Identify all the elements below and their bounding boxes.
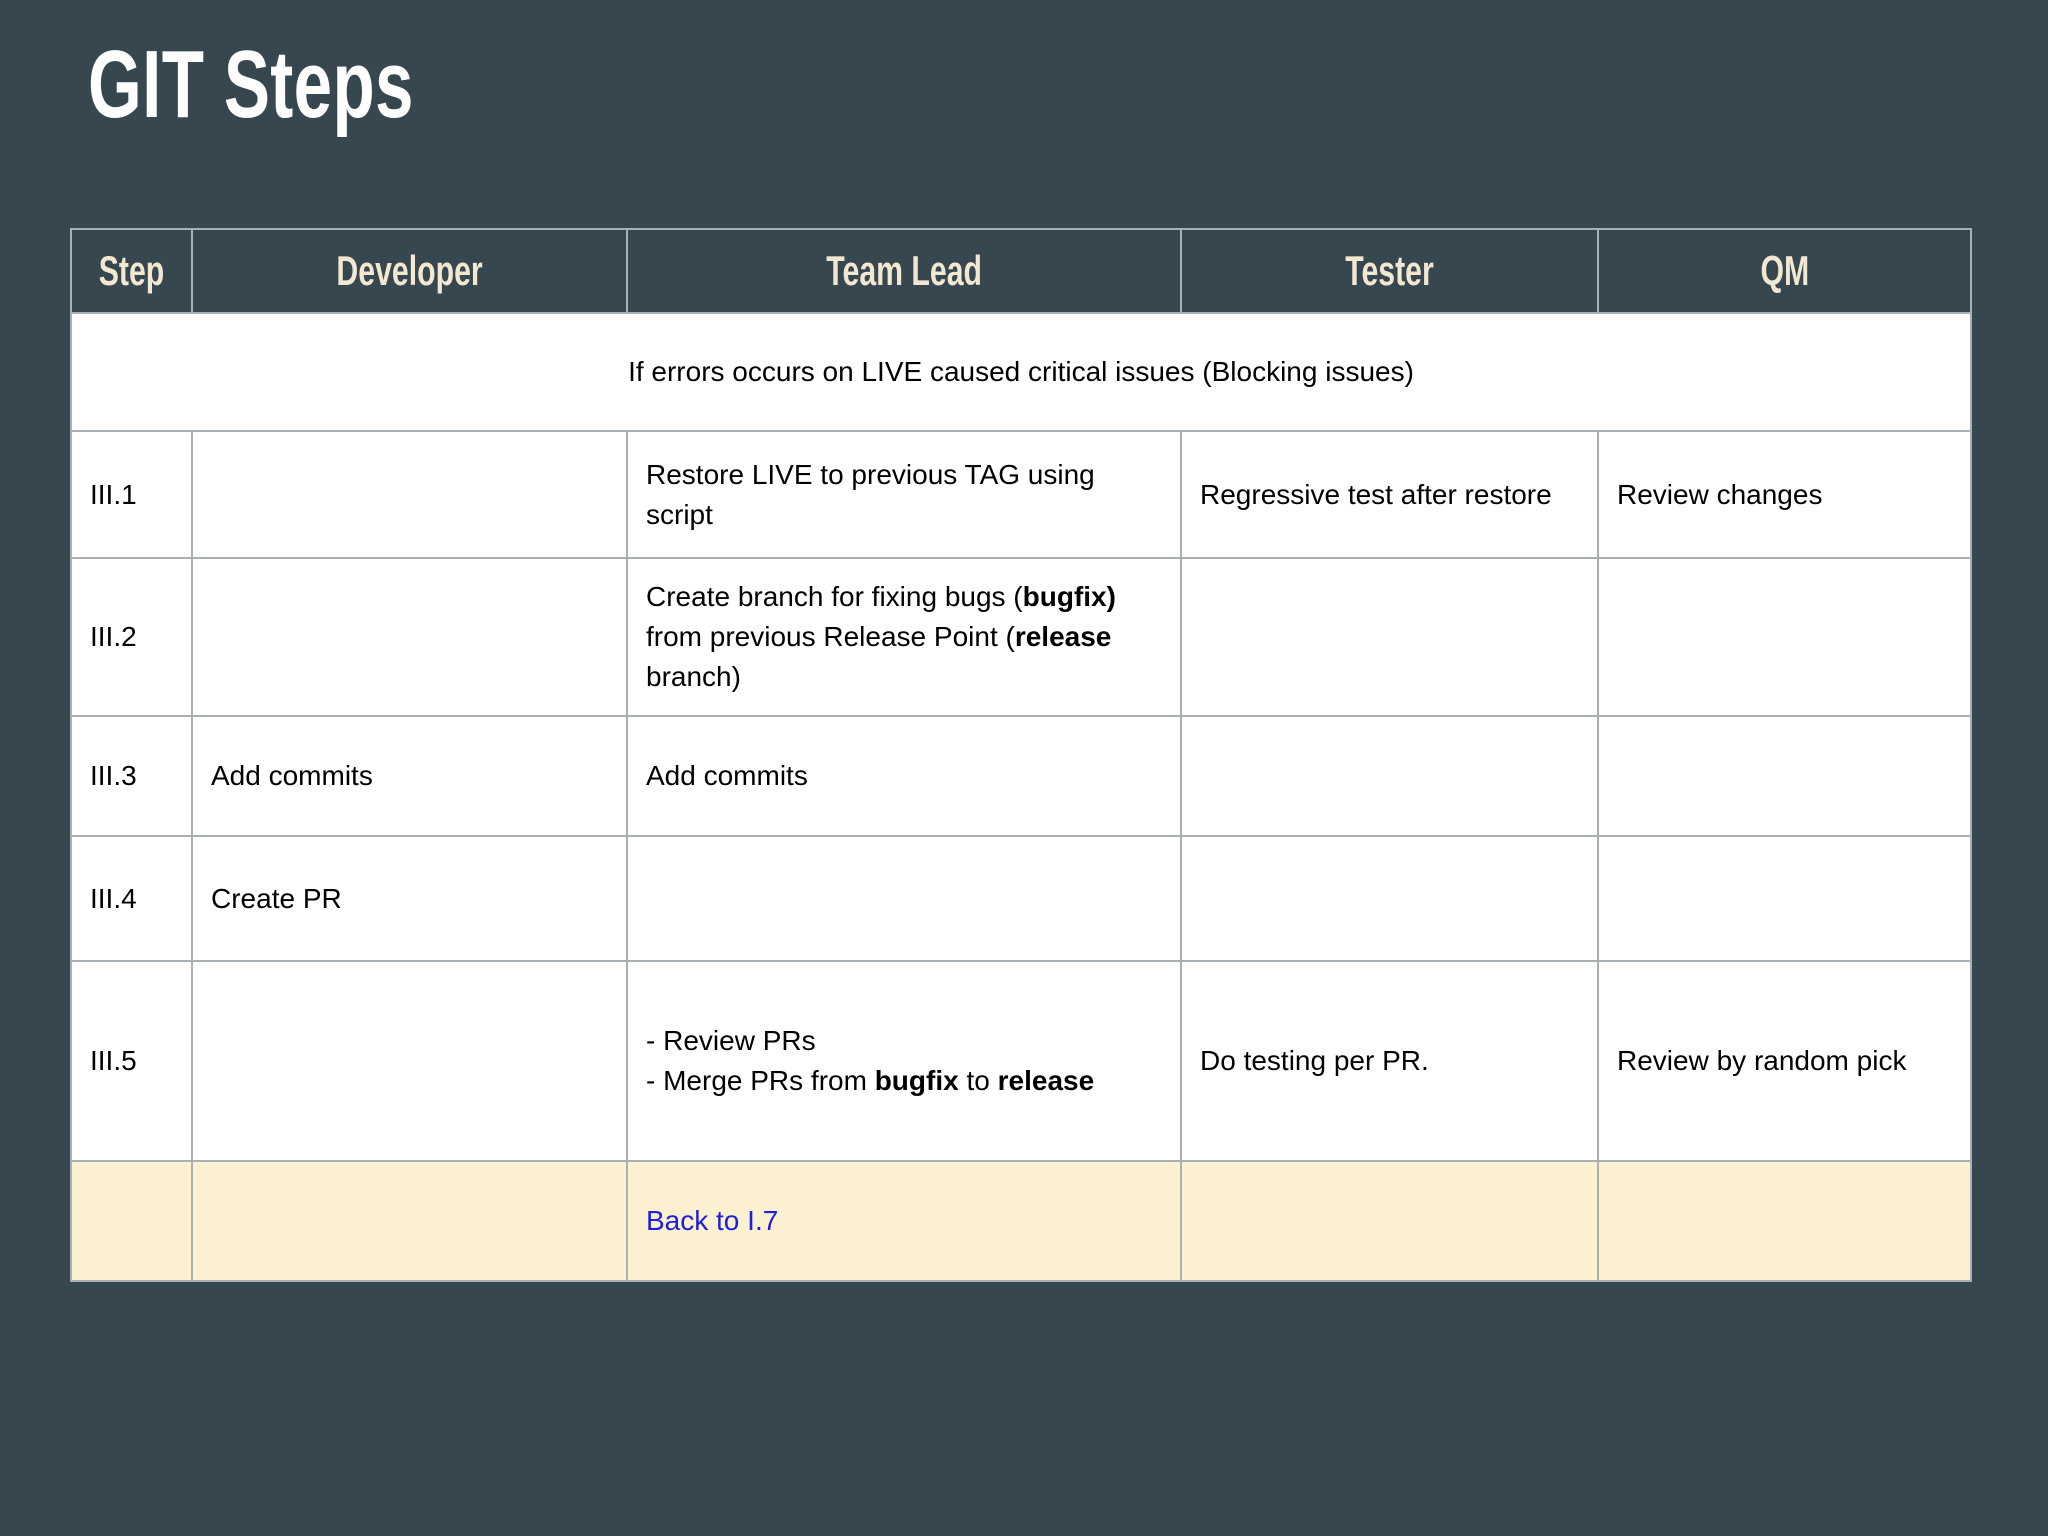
table-cell-tester bbox=[1180, 835, 1599, 962]
back-link[interactable]: Back to I.7 bbox=[646, 1205, 778, 1236]
cell-text-bold: release bbox=[997, 1065, 1095, 1096]
table-cell-tester: Regressive test after restore bbox=[1180, 430, 1599, 559]
table-cell-qm: Review changes bbox=[1597, 430, 1972, 559]
cell-text: Create branch for fixing bugs ( bbox=[646, 581, 1023, 613]
cell-text: Regressive test after restore bbox=[1200, 478, 1552, 510]
page-title: GIT Steps bbox=[88, 31, 414, 138]
column-header-qm: QM bbox=[1597, 228, 1972, 314]
table-cell-team-lead bbox=[626, 835, 1182, 962]
footer-cell-step bbox=[70, 1160, 193, 1282]
table-cell-qm bbox=[1597, 715, 1972, 837]
table-cell-developer bbox=[191, 430, 628, 559]
column-header-label: Team Lead bbox=[826, 247, 982, 294]
header-row: Step Developer Team Lead Tester QM bbox=[70, 228, 1972, 314]
table-row-III.2: III.2 Create branch for fixing bugs (bugf… bbox=[70, 557, 1972, 717]
table-cell-team-lead: Restore LIVE to previous TAG using scrip… bbox=[626, 430, 1182, 559]
table-cell-team-lead: Create branch for fixing bugs (bugfix) f… bbox=[626, 557, 1182, 717]
table-row-III.1: III.1 Restore LIVE to previous TAG using … bbox=[70, 430, 1972, 559]
table-cell-developer bbox=[191, 960, 628, 1162]
step-cell: III.4 bbox=[70, 835, 193, 962]
cell-text: Review by random pick bbox=[1617, 1045, 1907, 1077]
table-cell-developer: Create PR bbox=[191, 835, 628, 962]
step-cell: III.1 bbox=[70, 430, 193, 559]
column-header-label: QM bbox=[1760, 247, 1809, 294]
table-cell-qm: Review by random pick bbox=[1597, 960, 1972, 1162]
footer-cell-qm bbox=[1597, 1160, 1972, 1282]
column-header-label: Step bbox=[98, 247, 165, 294]
column-header-label: Developer bbox=[336, 247, 483, 294]
cell-text: Restore LIVE to previous TAG using scrip… bbox=[646, 458, 1103, 530]
slide: GIT Steps Step Developer Team Lead Tester QM… bbox=[0, 0, 2048, 1536]
step-cell: III.3 bbox=[70, 715, 193, 837]
footer-cell-team-lead: Back to I.7 bbox=[626, 1160, 1182, 1282]
table-row-III.5: III.5 - Review PRs - Merge PRs from bugfi… bbox=[70, 960, 1972, 1162]
cell-text: Create PR bbox=[211, 882, 342, 914]
cell-text: Add commits bbox=[646, 760, 808, 792]
table-header: Step Developer Team Lead Tester QM bbox=[70, 228, 1972, 314]
footer-cell-tester bbox=[1180, 1160, 1599, 1282]
cell-text: Add commits bbox=[211, 760, 373, 792]
table-cell-qm bbox=[1597, 835, 1972, 962]
table-cell-team-lead: - Review PRs - Merge PRs from bugfix to … bbox=[626, 960, 1182, 1162]
cell-text: to bbox=[958, 1065, 998, 1096]
column-header-step: Step bbox=[70, 228, 193, 314]
cell-text: Review changes bbox=[1617, 478, 1823, 510]
table-row-III.3: III.3 Add commits Add commits bbox=[70, 715, 1972, 837]
step-cell: III.2 bbox=[70, 557, 193, 717]
column-header-team-lead: Team Lead bbox=[626, 228, 1182, 314]
cell-text: Do testing per PR. bbox=[1200, 1045, 1429, 1077]
banner-row: If errors occurs on LIVE caused critical… bbox=[70, 312, 1972, 432]
cell-text-bold: release bbox=[1014, 621, 1112, 653]
column-header-tester: Tester bbox=[1180, 228, 1599, 314]
table-body: If errors occurs on LIVE caused critical… bbox=[70, 312, 1972, 1282]
cell-text-bold: bugfix bbox=[874, 1065, 959, 1096]
cell-text-bold: bugfix) bbox=[1022, 581, 1116, 613]
git-steps-table: Step Developer Team Lead Tester QM If errors… bbox=[70, 228, 1972, 1282]
table-cell-qm bbox=[1597, 557, 1972, 717]
footer-row: Back to I.7 bbox=[70, 1160, 1972, 1282]
step-cell: III.5 bbox=[70, 960, 193, 1162]
column-header-label: Tester bbox=[1345, 247, 1434, 294]
footer-cell-developer bbox=[191, 1160, 628, 1282]
column-header-developer: Developer bbox=[191, 228, 628, 314]
table-cell-tester: Do testing per PR. bbox=[1180, 960, 1599, 1162]
table-cell-tester bbox=[1180, 557, 1599, 717]
table-cell-developer bbox=[191, 557, 628, 717]
cell-text: - Review PRs - Merge PRs from bbox=[646, 1025, 867, 1096]
table-cell-developer: Add commits bbox=[191, 715, 628, 837]
table-cell-team-lead: Add commits bbox=[626, 715, 1182, 837]
table-cell-tester bbox=[1180, 715, 1599, 837]
table-row-III.4: III.4 Create PR bbox=[70, 835, 1972, 962]
banner-text: If errors occurs on LIVE caused critical… bbox=[70, 312, 1972, 432]
